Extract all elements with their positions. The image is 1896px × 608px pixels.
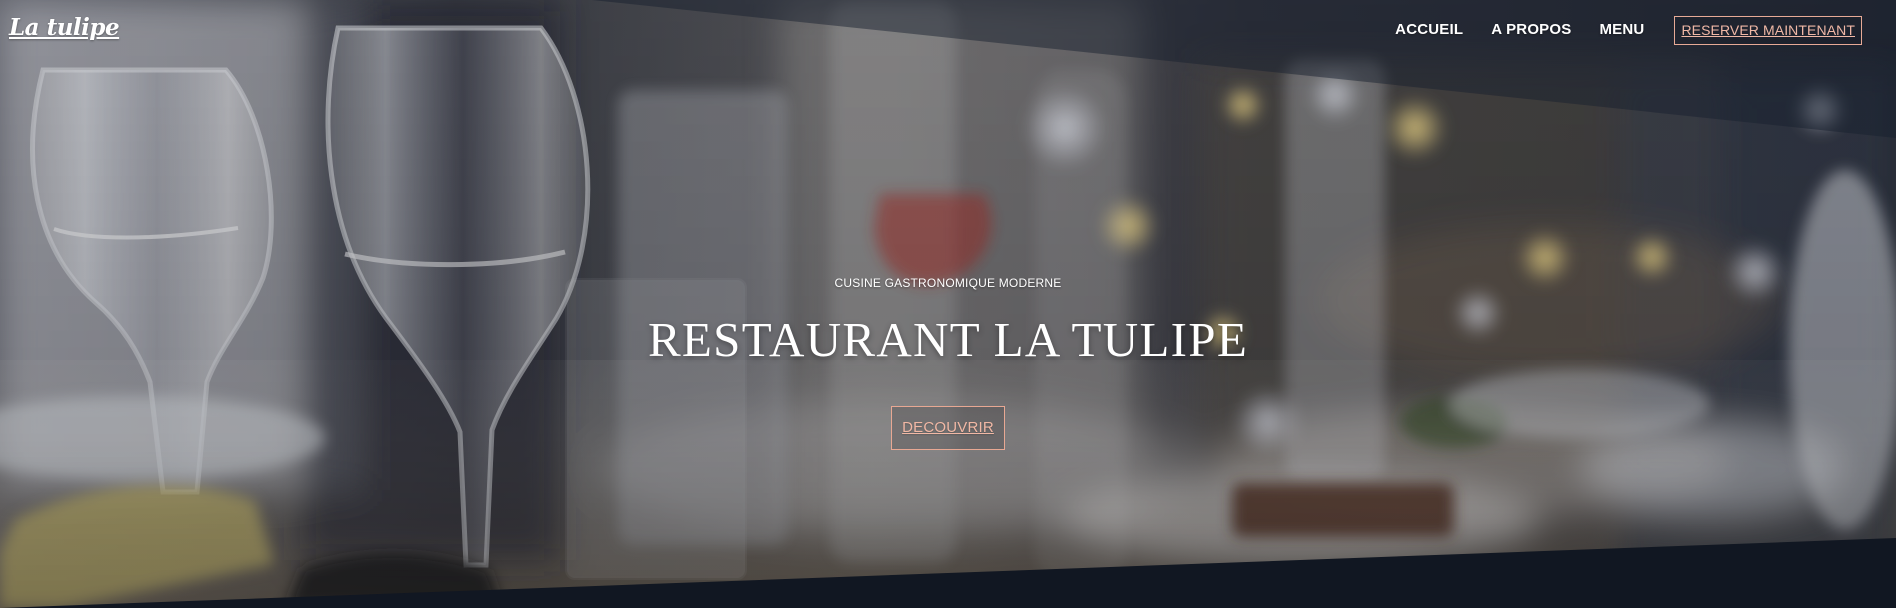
hero-content: CUSINE GASTRONOMIQUE MODERNE RESTAURANT … bbox=[0, 276, 1896, 450]
logo-link[interactable]: La tulipe bbox=[9, 14, 120, 41]
hero-tagline: CUSINE GASTRONOMIQUE MODERNE bbox=[834, 276, 1062, 290]
nav-menu-link[interactable]: MENU bbox=[1599, 15, 1644, 45]
navigation-links: ACCUEIL A PROPOS MENU RESERVER MAINTENAN… bbox=[1367, 15, 1862, 45]
nav-accueil-link[interactable]: ACCUEIL bbox=[1395, 15, 1463, 45]
main-navigation: La tulipe ACCUEIL A PROPOS MENU RESERVER… bbox=[0, 0, 1896, 62]
nav-a-propos-link[interactable]: A PROPOS bbox=[1491, 15, 1571, 45]
reserve-now-button[interactable]: RESERVER MAINTENANT bbox=[1674, 15, 1862, 45]
hero-section: La tulipe ACCUEIL A PROPOS MENU RESERVER… bbox=[0, 0, 1896, 608]
discover-button[interactable]: DECOUVRIR bbox=[891, 406, 1005, 450]
hero-title: RESTAURANT LA TULIPE bbox=[647, 312, 1249, 367]
